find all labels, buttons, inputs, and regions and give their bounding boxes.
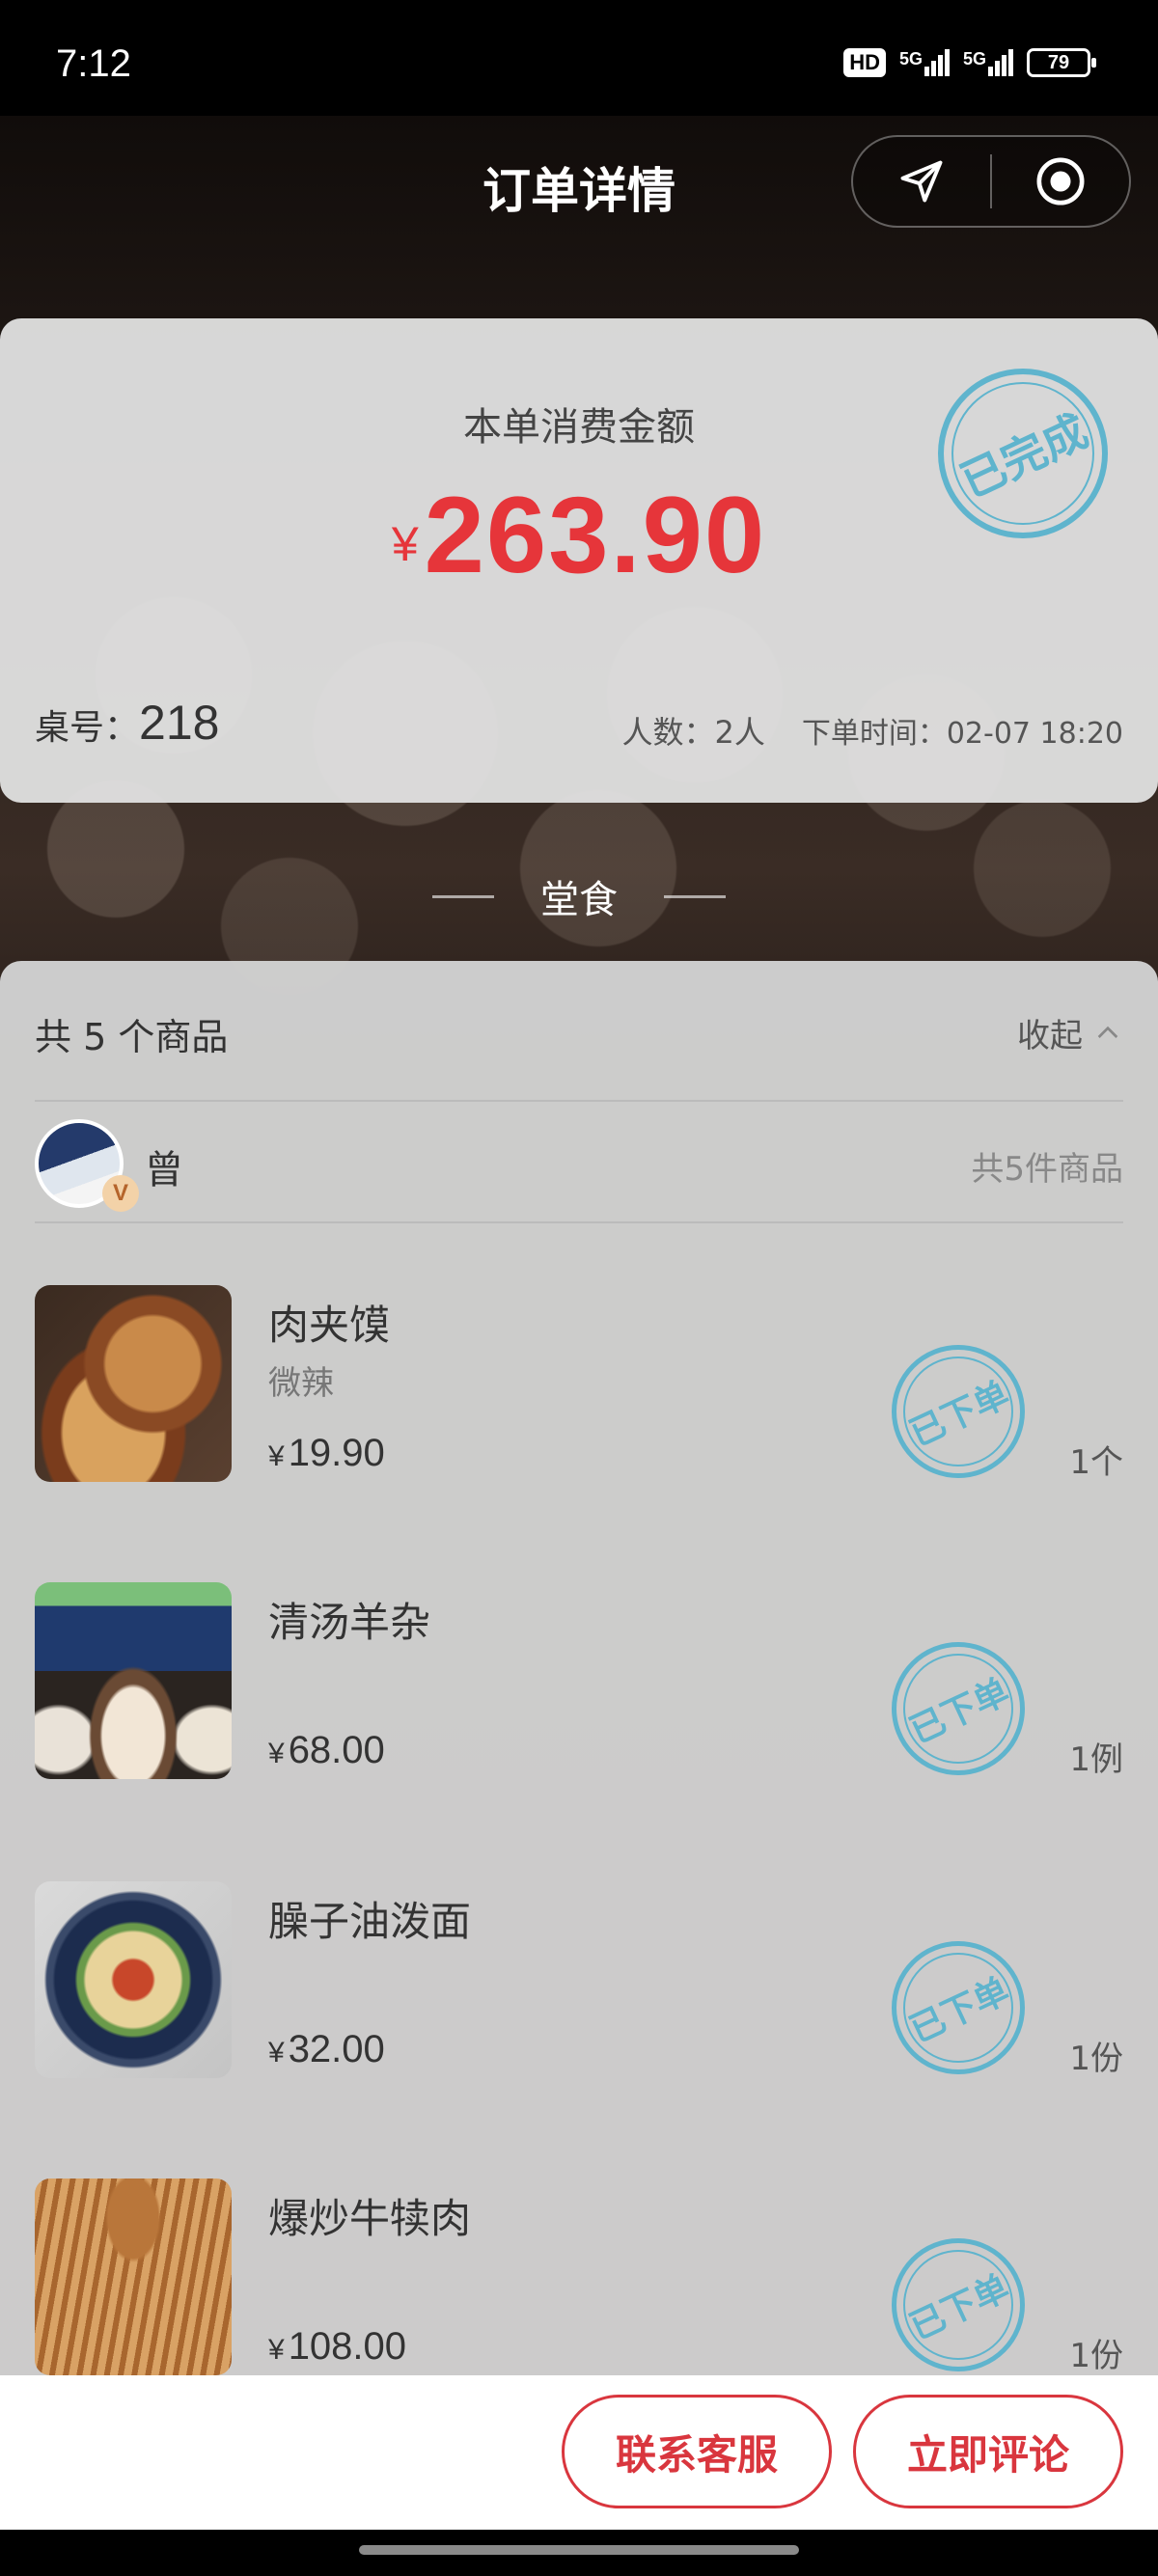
item-image-lamb-soup	[35, 1582, 232, 1779]
contact-service-button[interactable]: 联系客服	[562, 2395, 832, 2508]
ordered-stamp-label: 已下单	[903, 2267, 1016, 2348]
location-arrow-icon	[900, 160, 943, 203]
item-image-stir-fried-veal	[35, 2179, 232, 2375]
signal-icon-2: 5G	[963, 49, 1013, 76]
record-target-icon	[1036, 157, 1085, 206]
divider	[35, 1100, 1123, 1102]
currency-symbol: ¥	[391, 517, 419, 571]
network-type-1: 5G	[898, 49, 923, 69]
item-name: 清汤羊杂	[268, 1599, 431, 1646]
ordered-stamp: 已下单	[892, 2238, 1025, 2371]
review-button[interactable]: 立即评论	[853, 2395, 1123, 2508]
home-indicator-area	[0, 2530, 1158, 2576]
table-number-value: 218	[139, 696, 220, 750]
nav-bar: 订单详情	[0, 116, 1158, 251]
dine-in-header: 堂食	[0, 868, 1158, 924]
table-label: 桌号：	[35, 708, 140, 748]
order-summary-card: 本单消费金额 ¥263.90 已完成 桌号：218 人数：2人 下单时间：02-…	[0, 318, 1158, 803]
order-items-card: 共 5 个商品 收起 V 曾 共5件商品 肉夹馍 微辣 ¥19.90 已下单 1…	[0, 961, 1158, 2408]
items-count: 共 5 个商品	[35, 1016, 229, 1058]
list-item[interactable]: 清汤羊杂 ¥68.00 已下单 1例	[35, 1582, 1123, 1781]
table-number: 桌号：218	[35, 695, 219, 751]
item-price: ¥32.00	[268, 2028, 385, 2071]
currency-symbol: ¥	[268, 2334, 285, 2366]
people-count: 人数：2人	[621, 714, 765, 751]
list-item[interactable]: 臊子油泼面 ¥32.00 已下单 1份	[35, 1881, 1123, 2080]
item-spec: 微辣	[268, 1364, 334, 1403]
currency-symbol: ¥	[268, 1738, 285, 1769]
ordered-stamp: 已下单	[892, 1345, 1025, 1478]
item-image-roujiamo	[35, 1285, 232, 1482]
vip-badge: V	[102, 1175, 139, 1212]
ordered-stamp: 已下单	[892, 1642, 1025, 1775]
completed-stamp-label: 已完成	[952, 404, 1096, 508]
divider	[35, 1221, 1123, 1223]
collapse-button[interactable]: 收起	[1017, 1009, 1123, 1056]
status-icons: HD 5G 5G 79	[843, 48, 1096, 77]
user-row: V 曾 共5件商品	[35, 1119, 1123, 1212]
item-quantity: 1例	[1069, 1740, 1123, 1779]
status-bar: 7:12 HD 5G 5G 79	[0, 0, 1158, 116]
item-quantity: 1个	[1069, 1443, 1123, 1482]
order-meta: 人数：2人 下单时间：02-07 18:20	[621, 708, 1123, 753]
price-value: 32.00	[288, 2028, 385, 2070]
divider-right	[664, 894, 726, 898]
amount-value: 263.90	[424, 475, 767, 595]
item-quantity: 1份	[1069, 2337, 1123, 2375]
item-price: ¥68.00	[268, 1729, 385, 1772]
user-name: 曾	[145, 1148, 183, 1192]
order-time: 下单时间：02-07 18:20	[801, 717, 1123, 751]
currency-symbol: ¥	[268, 2037, 285, 2069]
price-value: 68.00	[288, 1729, 385, 1771]
bottom-action-bar: 联系客服 立即评论	[0, 2375, 1158, 2530]
item-price: ¥108.00	[268, 2325, 406, 2369]
divider-left	[432, 894, 494, 898]
price-value: 19.90	[288, 1432, 385, 1474]
location-button[interactable]	[853, 135, 990, 228]
price-value: 108.00	[288, 2325, 407, 2368]
mini-program-capsule	[851, 135, 1131, 228]
chevron-up-icon	[1097, 1026, 1118, 1038]
section-title: 堂食	[540, 878, 618, 922]
item-name: 肉夹馍	[268, 1302, 391, 1349]
completed-stamp: 已完成	[938, 369, 1108, 538]
user-item-total: 共5件商品	[971, 1150, 1123, 1189]
ordered-stamp-label: 已下单	[903, 1671, 1016, 1752]
close-miniprogram-button[interactable]	[992, 135, 1129, 228]
status-time: 7:12	[56, 42, 131, 85]
ordered-stamp-label: 已下单	[903, 1374, 1016, 1455]
ordered-stamp-label: 已下单	[903, 1970, 1016, 2051]
item-name: 臊子油泼面	[268, 1898, 472, 1945]
item-image-noodles	[35, 1881, 232, 2078]
currency-symbol: ¥	[268, 1440, 285, 1472]
list-item[interactable]: 爆炒牛犊肉 ¥108.00 已下单 1份	[35, 2179, 1123, 2377]
network-type-2: 5G	[962, 49, 986, 69]
hd-voice-icon: HD	[843, 48, 886, 77]
item-name: 爆炒牛犊肉	[268, 2195, 472, 2242]
collapse-label: 收起	[1017, 1017, 1083, 1055]
home-indicator[interactable]	[359, 2545, 799, 2555]
item-price: ¥19.90	[268, 1432, 385, 1475]
battery-icon: 79	[1027, 48, 1096, 77]
ordered-stamp: 已下单	[892, 1941, 1025, 2074]
item-quantity: 1份	[1069, 2040, 1123, 2078]
list-item[interactable]: 肉夹馍 微辣 ¥19.90 已下单 1个	[35, 1285, 1123, 1484]
signal-icon-1: 5G	[899, 49, 950, 76]
